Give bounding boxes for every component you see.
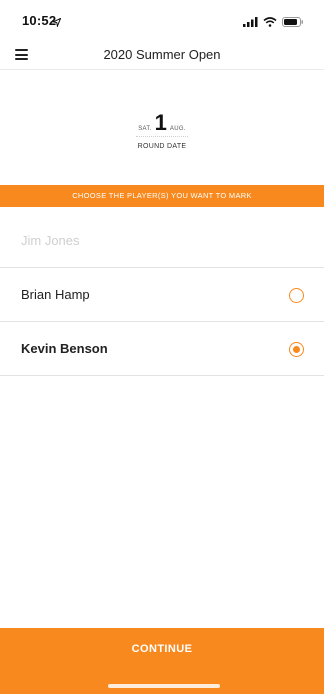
player-row-brian-hamp[interactable]: Brian Hamp bbox=[0, 268, 324, 322]
player-row-jim-jones: Jim Jones bbox=[0, 214, 324, 268]
player-row-kevin-benson[interactable]: Kevin Benson bbox=[0, 322, 324, 376]
screen: 10:52 2020 Summer Open SAT. 1 AUG. ROUND… bbox=[0, 0, 324, 694]
date-month: AUG. bbox=[169, 126, 186, 132]
status-bar: 10:52 bbox=[0, 0, 324, 40]
page-title: 2020 Summer Open bbox=[103, 47, 221, 62]
status-icons bbox=[243, 14, 304, 32]
battery-icon bbox=[282, 14, 304, 32]
nav-bar: 2020 Summer Open bbox=[0, 40, 324, 70]
wifi-icon bbox=[263, 14, 277, 32]
radio-unselected-icon[interactable] bbox=[289, 288, 304, 303]
round-date-caption: ROUND DATE bbox=[137, 143, 187, 150]
date-day-of-week: SAT. bbox=[138, 126, 152, 132]
status-time: 10:52 bbox=[22, 13, 57, 28]
cellular-signal-icon bbox=[243, 14, 258, 32]
date-divider bbox=[136, 136, 188, 137]
continue-label: CONTINUE bbox=[131, 643, 193, 655]
continue-button[interactable]: CONTINUE bbox=[0, 628, 324, 694]
instruction-banner: CHOOSE THE PLAYER(S) YOU WANT TO MARK bbox=[0, 185, 324, 207]
date-day: 1 bbox=[154, 110, 167, 135]
player-name: Brian Hamp bbox=[21, 287, 90, 302]
radio-selected-icon[interactable] bbox=[289, 342, 304, 357]
radio-dot bbox=[292, 345, 300, 353]
player-name: Kevin Benson bbox=[21, 341, 108, 356]
home-indicator[interactable] bbox=[108, 684, 220, 688]
player-list: Jim Jones Brian Hamp Kevin Benson bbox=[0, 214, 324, 376]
round-date: SAT. 1 AUG. ROUND DATE bbox=[0, 112, 324, 150]
location-arrow-icon bbox=[52, 14, 62, 32]
date-row: SAT. 1 AUG. bbox=[0, 112, 324, 134]
player-name: Jim Jones bbox=[21, 233, 80, 248]
